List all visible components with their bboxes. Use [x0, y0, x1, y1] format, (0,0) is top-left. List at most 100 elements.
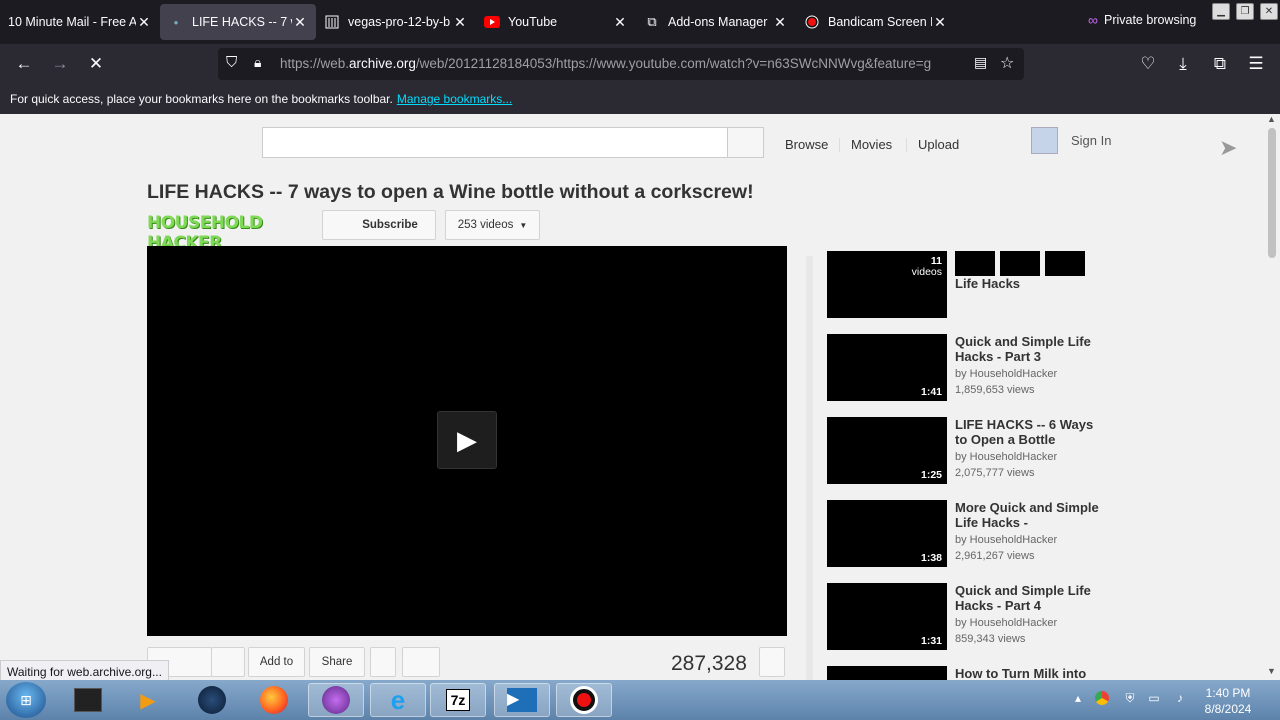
related-thumbnail[interactable]: 1:41	[827, 334, 947, 401]
dropdown-arrow-icon: ▼	[519, 220, 528, 230]
pocket-icon[interactable]: ♡	[1136, 52, 1160, 76]
url-text[interactable]: https://web.archive.org/web/201211281840…	[280, 56, 980, 71]
tab-youtube[interactable]: YouTube ✕	[476, 2, 636, 42]
close-icon[interactable]: ✕	[452, 14, 468, 31]
playlist-thumbnail[interactable]: 11 videos	[827, 251, 947, 318]
taskbar-app-7zip[interactable]: 7z	[430, 683, 486, 717]
related-thumbnail[interactable]: 1:31	[827, 583, 947, 650]
taskbar-app-media[interactable]: ▶	[120, 683, 176, 717]
search-input[interactable]	[262, 127, 728, 158]
related-channel[interactable]: by HouseholdHacker	[955, 534, 1057, 546]
scroll-down-icon[interactable]: ▼	[1267, 666, 1276, 676]
related-channel[interactable]: by HouseholdHacker	[955, 617, 1057, 629]
share-label: Share	[321, 656, 353, 668]
tab-vegas-pro[interactable]: vegas-pro-12-by-b ✕	[316, 2, 476, 42]
related-title[interactable]: Quick and Simple Life Hacks - Part 3	[955, 334, 1105, 364]
video-title: LIFE HACKS -- 7 ways to open a Wine bott…	[147, 181, 754, 203]
tray-chrome-icon[interactable]	[1094, 691, 1110, 707]
playlist-mini-thumb[interactable]	[1000, 251, 1040, 276]
record-icon	[804, 14, 820, 30]
tray-network-icon[interactable]: ▭	[1146, 691, 1162, 707]
reader-view-icon[interactable]: ▤	[974, 54, 987, 71]
shield-icon[interactable]: ⛉	[226, 54, 237, 71]
playlist-mini-thumb[interactable]	[1045, 251, 1085, 276]
menu-icon[interactable]: ☰	[1244, 52, 1268, 76]
sign-in-link[interactable]: Sign In	[1071, 133, 1111, 148]
avatar[interactable]	[1031, 127, 1058, 154]
video-player[interactable]: ▶	[147, 246, 787, 636]
stats-button[interactable]	[402, 647, 440, 677]
manage-bookmarks-link[interactable]: Manage bookmarks...	[397, 92, 512, 106]
loading-icon: ●	[173, 17, 179, 27]
channel-logo[interactable]: HOUSEHOLD HACKER	[147, 213, 317, 253]
forward-button[interactable]: →	[48, 52, 72, 76]
tab-addons[interactable]: ⧉ Add-ons Manager ✕	[636, 2, 796, 42]
tab-life-hacks[interactable]: ● LIFE HACKS -- 7 wa ✕	[160, 4, 316, 40]
taskbar-app-firefox[interactable]	[246, 683, 302, 717]
share-button[interactable]: Share	[309, 647, 365, 677]
tray-volume-icon[interactable]: ♪	[1172, 691, 1188, 707]
related-title[interactable]: How to Turn Milk into	[955, 666, 1105, 680]
taskbar-app-bandicam[interactable]	[556, 683, 612, 717]
taskbar-app-player[interactable]: ▶	[494, 683, 550, 717]
related-thumbnail[interactable]: 1:38	[827, 500, 947, 567]
related-channel[interactable]: by HouseholdHacker	[955, 368, 1057, 380]
tab-10minutemail[interactable]: 10 Minute Mail - Free A ✕	[0, 2, 160, 42]
close-window-button[interactable]: ✕	[1260, 3, 1278, 20]
show-hidden-icons[interactable]: ▴	[1070, 691, 1086, 707]
lock-icon[interactable]: 🔒︎	[254, 54, 261, 71]
movies-link[interactable]: Movies	[851, 137, 892, 152]
taskbar-app-firefox-private[interactable]	[308, 683, 364, 717]
extensions-icon[interactable]: ⧉	[1208, 52, 1232, 76]
dislike-button[interactable]	[211, 647, 245, 677]
subscribe-button[interactable]: Subscribe	[322, 210, 436, 240]
search-button[interactable]	[727, 127, 764, 158]
tab-bandicam[interactable]: Bandicam Screen R ✕	[796, 2, 956, 42]
start-button[interactable]: ⊞	[6, 682, 46, 718]
subscribe-label: Subscribe	[362, 219, 418, 231]
taskbar-app-terminal[interactable]	[60, 683, 116, 717]
view-count: 287,328	[671, 652, 747, 675]
system-clock[interactable]: 1:40 PM 8/8/2024	[1196, 685, 1260, 717]
feedback-plane-icon[interactable]: ➤	[1219, 135, 1237, 161]
taskbar-app-globe[interactable]	[184, 683, 240, 717]
bookmark-star-icon[interactable]: ☆	[1000, 53, 1014, 73]
related-channel[interactable]: by HouseholdHacker	[955, 451, 1057, 463]
add-to-button[interactable]: Add to	[248, 647, 305, 677]
duration: 1:38	[920, 552, 942, 564]
page-content: Browse Movies Upload Sign In ➤ LIFE HACK…	[0, 114, 1264, 680]
related-thumbnail[interactable]: 1:25	[827, 417, 947, 484]
scrollbar-thumb[interactable]	[1268, 128, 1276, 258]
download-icon[interactable]: ⤓	[1171, 52, 1195, 76]
tab-label: YouTube	[508, 15, 558, 29]
scroll-up-icon[interactable]: ▲	[1267, 114, 1276, 124]
url-bar[interactable]: ⛉ 🔒︎ https://web.archive.org/web/2012112…	[218, 48, 1024, 80]
more-button[interactable]	[759, 647, 785, 677]
flag-button[interactable]	[370, 647, 396, 677]
close-icon[interactable]: ✕	[932, 14, 948, 31]
close-icon[interactable]: ✕	[292, 14, 308, 31]
videos-count-button[interactable]: 253 videos ▼	[445, 210, 540, 240]
private-browsing-indicator: ∞ Private browsing	[1088, 12, 1196, 28]
related-title[interactable]: More Quick and Simple Life Hacks -	[955, 500, 1105, 530]
close-icon[interactable]: ✕	[772, 14, 788, 31]
taskbar-app-ie[interactable]: e	[370, 683, 426, 717]
related-thumbnail[interactable]	[827, 666, 947, 680]
tray-shield-icon[interactable]: ⛨	[1122, 691, 1138, 707]
browse-link[interactable]: Browse	[785, 137, 828, 152]
upload-link[interactable]: Upload	[918, 137, 959, 152]
close-icon[interactable]: ✕	[612, 14, 628, 31]
minimize-button[interactable]: ▁	[1212, 3, 1230, 20]
back-button[interactable]: ←	[12, 52, 36, 76]
maximize-button[interactable]: ❐	[1236, 3, 1254, 20]
playlist-mini-thumb[interactable]	[955, 251, 995, 276]
stop-button[interactable]: ✕	[84, 52, 108, 76]
playlist-count: 11 videos	[911, 255, 942, 278]
related-title[interactable]: LIFE HACKS -- 6 Ways to Open a Bottle	[955, 417, 1105, 447]
close-icon[interactable]: ✕	[136, 14, 152, 31]
playlist-title[interactable]: Life Hacks	[955, 276, 1105, 291]
page-scrollbar[interactable]: ▲ ▼	[1264, 114, 1280, 680]
related-title[interactable]: Quick and Simple Life Hacks - Part 4	[955, 583, 1105, 613]
play-button[interactable]: ▶	[437, 411, 497, 469]
private-label: Private browsing	[1103, 13, 1197, 27]
